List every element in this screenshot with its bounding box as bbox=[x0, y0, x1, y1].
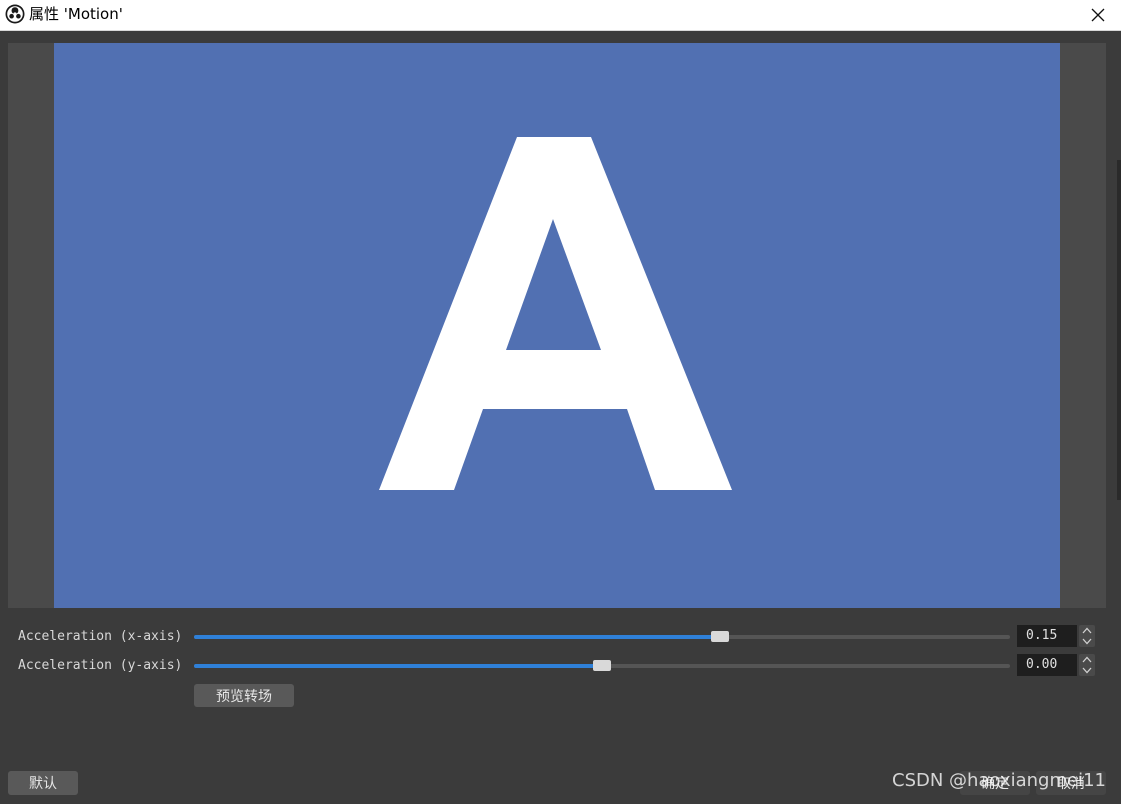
spin-buttons bbox=[1079, 654, 1095, 676]
window-title: 属性 'Motion' bbox=[29, 5, 123, 23]
slider-fill bbox=[194, 635, 720, 639]
acceleration-y-input[interactable] bbox=[1017, 654, 1077, 676]
acceleration-x-input[interactable] bbox=[1017, 625, 1077, 647]
acceleration-x-spinbox bbox=[1017, 625, 1095, 647]
chevron-down-icon bbox=[1082, 638, 1092, 645]
property-label-acceleration-x: Acceleration (x-axis) bbox=[18, 629, 183, 644]
chevron-up-icon bbox=[1082, 656, 1092, 663]
scrollbar[interactable] bbox=[1117, 160, 1121, 500]
chevron-up-icon bbox=[1082, 627, 1092, 634]
title-bar: 属性 'Motion' bbox=[0, 0, 1121, 31]
chevron-down-icon bbox=[1082, 667, 1092, 674]
slider-thumb[interactable] bbox=[711, 631, 729, 642]
preview-glyph-label: A bbox=[557, 341, 558, 344]
spin-buttons bbox=[1079, 625, 1095, 647]
property-row-acceleration-y: Acceleration (y-axis) bbox=[0, 653, 1121, 679]
preview-glyph: A bbox=[379, 137, 732, 490]
preview-canvas: A bbox=[54, 43, 1060, 608]
property-row-acceleration-x: Acceleration (x-axis) bbox=[0, 624, 1121, 650]
acceleration-x-slider[interactable] bbox=[194, 631, 1010, 642]
slider-fill bbox=[194, 664, 602, 668]
transition-preview: A bbox=[8, 43, 1106, 608]
close-button[interactable] bbox=[1075, 0, 1121, 30]
spin-down-button[interactable] bbox=[1079, 636, 1095, 647]
property-label-acceleration-y: Acceleration (y-axis) bbox=[18, 658, 183, 673]
close-icon bbox=[1091, 8, 1105, 22]
preview-transition-button[interactable]: 预览转场 bbox=[194, 684, 294, 707]
properties-dialog: 属性 'Motion' A Acceleration (x-axis) 0.15… bbox=[0, 0, 1121, 804]
ok-button[interactable]: 确定 bbox=[960, 771, 1030, 795]
acceleration-y-spinbox bbox=[1017, 654, 1095, 676]
acceleration-y-slider[interactable] bbox=[194, 660, 1010, 671]
spin-up-button[interactable] bbox=[1079, 625, 1095, 636]
spin-up-button[interactable] bbox=[1079, 654, 1095, 665]
defaults-button[interactable]: 默认 bbox=[8, 771, 78, 795]
cancel-button[interactable]: 取消 bbox=[1036, 771, 1106, 795]
obs-logo-icon bbox=[5, 4, 25, 24]
slider-thumb[interactable] bbox=[593, 660, 611, 671]
spin-down-button[interactable] bbox=[1079, 665, 1095, 676]
